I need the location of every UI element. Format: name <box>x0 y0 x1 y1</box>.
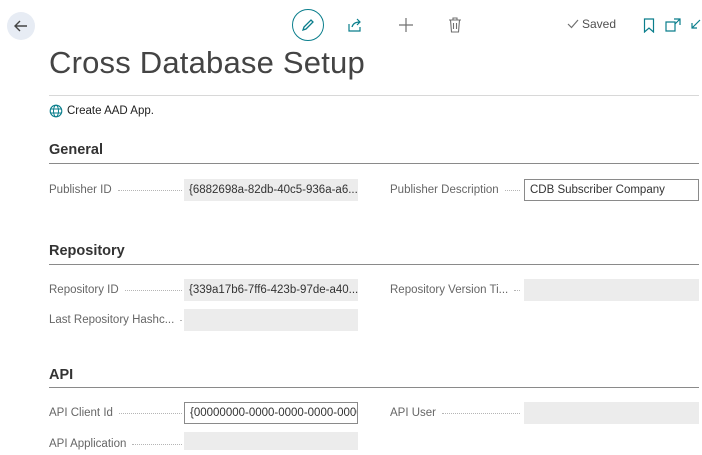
open-new-window-button[interactable] <box>664 16 682 34</box>
repository-version-label: Repository Version Ti... <box>390 279 520 301</box>
section-divider-general <box>49 163 699 164</box>
api-user-field[interactable] <box>524 402 699 424</box>
globe-icon <box>49 104 63 118</box>
last-repository-hash-field[interactable] <box>184 309 358 331</box>
saved-label: Saved <box>582 17 617 31</box>
publisher-description-field[interactable]: CDB Subscriber Company <box>524 179 699 201</box>
api-user-label: API User <box>390 402 520 424</box>
back-button[interactable] <box>7 12 35 40</box>
create-aad-app-label: Create AAD App. <box>67 105 154 117</box>
section-divider-api <box>49 387 699 388</box>
repository-id-field[interactable]: {339a17b6-7ff6-423b-97de-a40... <box>184 279 358 301</box>
section-title-general: General <box>49 142 103 158</box>
publisher-id-field[interactable]: {6882698a-82db-40c5-936a-a6... <box>184 179 358 201</box>
checkmark-icon <box>567 19 579 29</box>
api-client-id-field[interactable]: {00000000-0000-0000-0000-0000 <box>184 402 358 424</box>
api-client-id-label: API Client Id <box>49 402 182 424</box>
bookmark-icon <box>643 17 655 33</box>
new-button[interactable] <box>396 15 416 35</box>
delete-button[interactable] <box>447 15 463 35</box>
create-aad-app-action[interactable]: Create AAD App. <box>49 104 154 118</box>
section-title-repository: Repository <box>49 243 125 259</box>
last-repository-hash-label: Last Repository Hashc... <box>49 309 182 331</box>
edit-button[interactable] <box>292 9 324 41</box>
publisher-description-label: Publisher Description <box>390 179 520 201</box>
bookmark-button[interactable] <box>642 16 656 34</box>
share-icon <box>348 18 361 32</box>
api-application-label: API Application <box>49 433 182 455</box>
api-application-field[interactable] <box>184 432 358 450</box>
open-new-window-icon <box>665 18 681 32</box>
section-divider-repository <box>49 264 699 265</box>
collapse-icon <box>691 19 701 29</box>
publisher-id-label: Publisher ID <box>49 179 182 201</box>
pencil-icon <box>301 19 314 32</box>
trash-icon <box>449 17 461 33</box>
title-divider <box>49 95 699 96</box>
plus-icon <box>399 18 413 32</box>
section-title-api: API <box>49 367 74 383</box>
share-button[interactable] <box>346 16 364 34</box>
page-title: Cross Database Setup <box>49 45 365 80</box>
saved-status: Saved <box>567 17 616 31</box>
arrow-left-icon <box>14 20 27 32</box>
collapse-button[interactable] <box>688 16 702 34</box>
repository-version-field[interactable] <box>524 279 699 301</box>
repository-id-label: Repository ID <box>49 279 182 301</box>
